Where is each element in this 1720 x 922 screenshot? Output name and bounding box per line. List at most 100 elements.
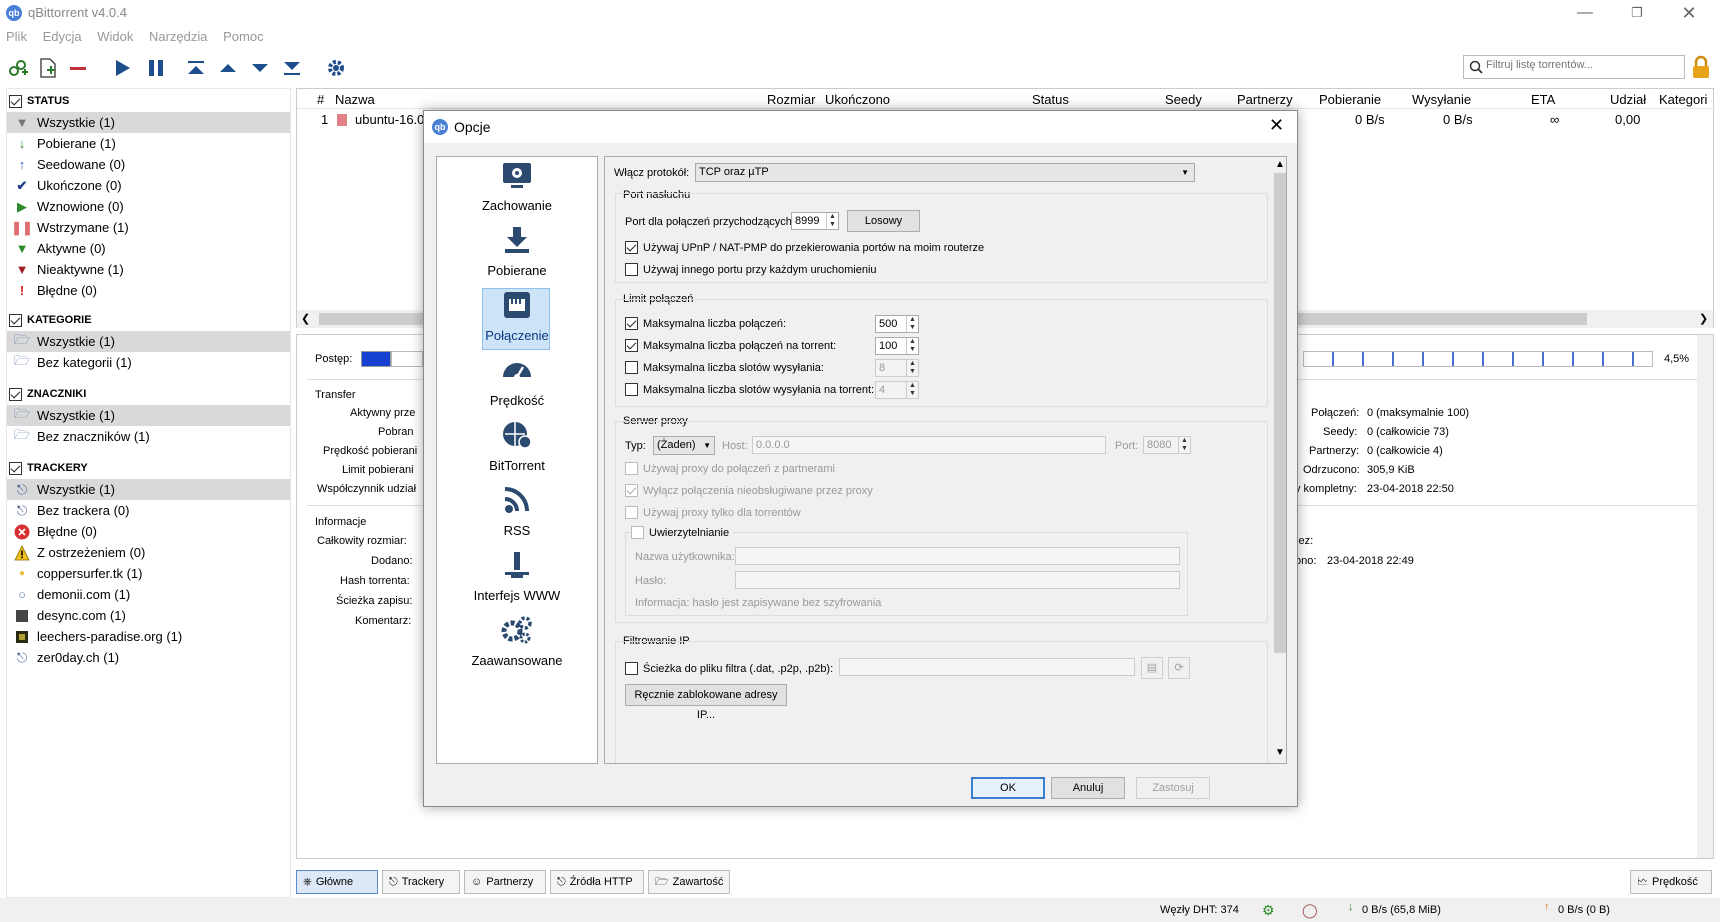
nav-behavior[interactable]: Zachowanie <box>437 157 597 221</box>
speed-limit-icon[interactable]: ◯ <box>1302 902 1318 919</box>
nav-downloads[interactable]: Pobierane <box>437 222 597 286</box>
proxy-disable-unsupported-checkbox[interactable] <box>625 484 638 497</box>
move-top-button[interactable] <box>182 54 210 82</box>
col-status[interactable]: Status <box>1032 92 1069 107</box>
tracker-item-desync[interactable]: desync.com (1) <box>7 605 290 626</box>
status-item-resumed[interactable]: ▶ Wznowione (0) <box>7 196 290 217</box>
spin-arrows-icon[interactable]: ▲ ▼ <box>906 382 918 398</box>
max-conn-checkbox[interactable] <box>625 317 638 330</box>
random-port-button[interactable]: Losowy <box>847 210 920 232</box>
category-item-none[interactable]: 🗁 Bez kategorii (1) <box>7 352 290 373</box>
col-peers[interactable]: Partnerzy <box>1237 92 1293 107</box>
username-input[interactable] <box>735 547 1180 565</box>
add-torrent-link-button[interactable] <box>4 54 32 82</box>
nav-web-ui[interactable]: Interfejs WWW <box>437 547 597 611</box>
move-down-button[interactable] <box>246 54 274 82</box>
max-slots-torrent-row[interactable]: Maksymalna liczba slotów wysyłania na to… <box>625 383 874 396</box>
status-item-inactive[interactable]: ▼ Nieaktywne (1) <box>7 259 290 280</box>
col-ratio[interactable]: Udział <box>1610 92 1646 107</box>
tracker-item-zer0day[interactable]: ⎋ zer0day.ch (1) <box>7 647 290 668</box>
scroll-thumb[interactable] <box>1274 173 1286 653</box>
spin-arrows-icon[interactable]: ▲ ▼ <box>826 213 838 229</box>
resume-button[interactable] <box>108 54 136 82</box>
speed-button[interactable]: 🗠 Prędkość <box>1630 870 1712 894</box>
scroll-left-icon[interactable]: ❮ <box>301 312 310 325</box>
tracker-item-error[interactable]: Błędne (0) <box>7 521 290 542</box>
ok-button[interactable]: OK <box>971 777 1045 799</box>
cancel-button[interactable]: Anuluj <box>1051 777 1125 799</box>
browse-folder-icon[interactable]: ▤ <box>1141 657 1163 679</box>
col-download[interactable]: Pobieranie <box>1319 92 1381 107</box>
spin-arrows-icon[interactable]: ▲ ▼ <box>906 360 918 376</box>
scroll-up-icon[interactable]: ▲ <box>1275 159 1285 170</box>
col-upload[interactable]: Wysyłanie <box>1412 92 1471 107</box>
tab-trackers[interactable]: ⎋ Trackery <box>382 870 460 894</box>
tags-section-checkbox[interactable] <box>9 387 22 401</box>
tab-content[interactable]: 🗁 Zawartość <box>648 870 730 894</box>
menu-pomoc[interactable]: Pomoc <box>217 26 269 44</box>
tracker-item-leechers-paradise[interactable]: leechers-paradise.org (1) <box>7 626 290 647</box>
nav-speed[interactable]: Prędkość <box>437 352 597 416</box>
status-item-seeding[interactable]: ↑ Seedowane (0) <box>7 154 290 175</box>
ip-filter-checkbox[interactable] <box>625 662 638 675</box>
scroll-down-icon[interactable]: ▼ <box>1275 747 1285 758</box>
vertical-scrollbar[interactable]: ▲ ▼ <box>1273 157 1286 763</box>
tracker-item-warning[interactable]: Z ostrzeżeniem (0) <box>7 542 290 563</box>
tags-section-header[interactable]: ZNACZNIKI <box>9 385 86 403</box>
status-item-errored[interactable]: ! Błędne (0) <box>7 280 290 301</box>
proxy-torrents-only-checkbox[interactable] <box>625 506 638 519</box>
spin-arrows-icon[interactable]: ▲ ▼ <box>1178 437 1190 453</box>
upnp-row[interactable]: Używaj UPnP / NAT-PMP do przekierowania … <box>625 241 984 254</box>
col-size[interactable]: Rozmiar <box>767 92 815 107</box>
tracker-item-trackerless[interactable]: ⎋ Bez trackera (0) <box>7 500 290 521</box>
proxy-disable-unsupported-row[interactable]: Wyłącz połączenia nieobsługiwane przez p… <box>625 484 873 497</box>
random-port-checkbox[interactable] <box>625 263 638 276</box>
status-item-active[interactable]: ▼ Aktywne (0) <box>7 238 290 259</box>
proxy-peer-checkbox[interactable] <box>625 462 638 475</box>
max-conn-torrent-row[interactable]: Maksymalna liczba połączeń na torrent: <box>625 339 836 352</box>
tag-item-none[interactable]: 🗁 Bez znaczników (1) <box>7 426 290 447</box>
max-slots-torrent-checkbox[interactable] <box>625 383 638 396</box>
move-bottom-button[interactable] <box>278 54 306 82</box>
col-num[interactable]: # <box>317 92 324 107</box>
protocol-select[interactable]: TCP oraz µTP ▼ <box>695 163 1195 182</box>
tracker-item-all[interactable]: ⎋ Wszystkie (1) <box>7 479 290 500</box>
status-item-paused[interactable]: ❚❚ Wstrzymane (1) <box>7 217 290 238</box>
max-conn-torrent-spinbox[interactable]: 100 ▲ ▼ <box>875 337 919 355</box>
tab-general[interactable]: ⎈ Główne <box>296 870 378 894</box>
tab-http-sources[interactable]: ⎋ Źródła HTTP <box>550 870 644 894</box>
status-item-downloading[interactable]: ↓ Pobierane (1) <box>7 133 290 154</box>
nav-connection[interactable]: Połączenie <box>437 287 597 351</box>
random-port-row[interactable]: Używaj innego portu przy każdym uruchomi… <box>625 263 877 276</box>
max-slots-checkbox[interactable] <box>625 361 638 374</box>
restore-icon[interactable]: ❐ <box>1614 0 1660 26</box>
status-item-all[interactable]: ▼ Wszystkie (1) <box>7 112 290 133</box>
remove-torrent-button[interactable] <box>64 54 92 82</box>
menu-widok[interactable]: Widok <box>91 26 139 44</box>
max-conn-spinbox[interactable]: 500 ▲ ▼ <box>875 315 919 333</box>
col-eta[interactable]: ETA <box>1531 92 1555 107</box>
menu-edycja[interactable]: Edycja <box>37 26 88 44</box>
trackers-section-checkbox[interactable] <box>9 461 22 475</box>
close-icon[interactable]: ✕ <box>1666 0 1712 26</box>
tracker-item-coppersurfer[interactable]: ● coppersurfer.tk (1) <box>7 563 290 584</box>
max-slots-row[interactable]: Maksymalna liczba slotów wysyłania: <box>625 361 824 374</box>
status-section-checkbox[interactable] <box>9 94 22 108</box>
col-category[interactable]: Kategori <box>1659 92 1707 107</box>
max-slots-spinbox[interactable]: 8 ▲ ▼ <box>875 359 919 377</box>
scroll-right-icon[interactable]: ❯ <box>1699 312 1708 325</box>
password-input[interactable] <box>735 571 1180 589</box>
filter-box[interactable] <box>1463 55 1685 79</box>
tag-item-all[interactable]: 🗁 Wszystkie (1) <box>7 405 290 426</box>
ip-filter-path-input[interactable] <box>839 658 1135 676</box>
options-button[interactable] <box>322 54 350 82</box>
upnp-checkbox[interactable] <box>625 241 638 254</box>
add-torrent-file-button[interactable] <box>34 54 62 82</box>
auth-checkbox[interactable] <box>631 526 644 539</box>
categories-section-checkbox[interactable] <box>9 313 22 327</box>
proxy-type-select[interactable]: (Żaden) ▼ <box>653 436 715 455</box>
menu-plik[interactable]: Plik <box>0 26 33 44</box>
category-item-all[interactable]: 🗁 Wszystkie (1) <box>7 331 290 352</box>
tracker-item-demonii[interactable]: ○ demonii.com (1) <box>7 584 290 605</box>
trackers-section-header[interactable]: TRACKERY <box>9 459 88 477</box>
